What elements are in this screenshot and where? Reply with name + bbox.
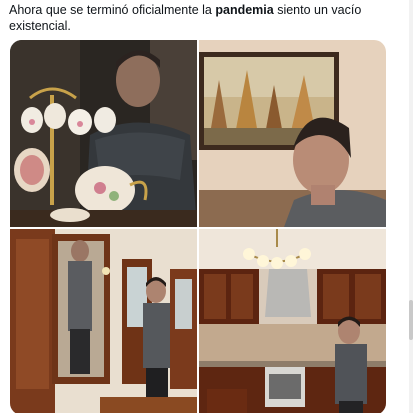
photo-kitchen-image	[199, 229, 386, 413]
tweet-post: Ahora que se terminó oficialmente la pan…	[0, 0, 413, 413]
photo-painting-profile-image	[199, 40, 386, 227]
tweet-text-bold: pandemia	[215, 3, 274, 17]
scrollbar-thumb[interactable]	[409, 300, 413, 340]
photo-doorway-mirror[interactable]	[10, 229, 197, 413]
photo-doorway-mirror-image	[10, 229, 197, 413]
photo-kitchen[interactable]	[199, 229, 386, 413]
photo-tea-set[interactable]	[10, 40, 197, 227]
photo-tea-set-image	[10, 40, 197, 227]
photo-painting-profile[interactable]	[199, 40, 386, 227]
tweet-text-start: Ahora que se terminó oficialmente la	[9, 3, 216, 17]
tweet-text: Ahora que se terminó oficialmente la pan…	[9, 2, 399, 34]
media-grid	[10, 40, 386, 413]
page-scrollbar[interactable]	[409, 0, 413, 413]
